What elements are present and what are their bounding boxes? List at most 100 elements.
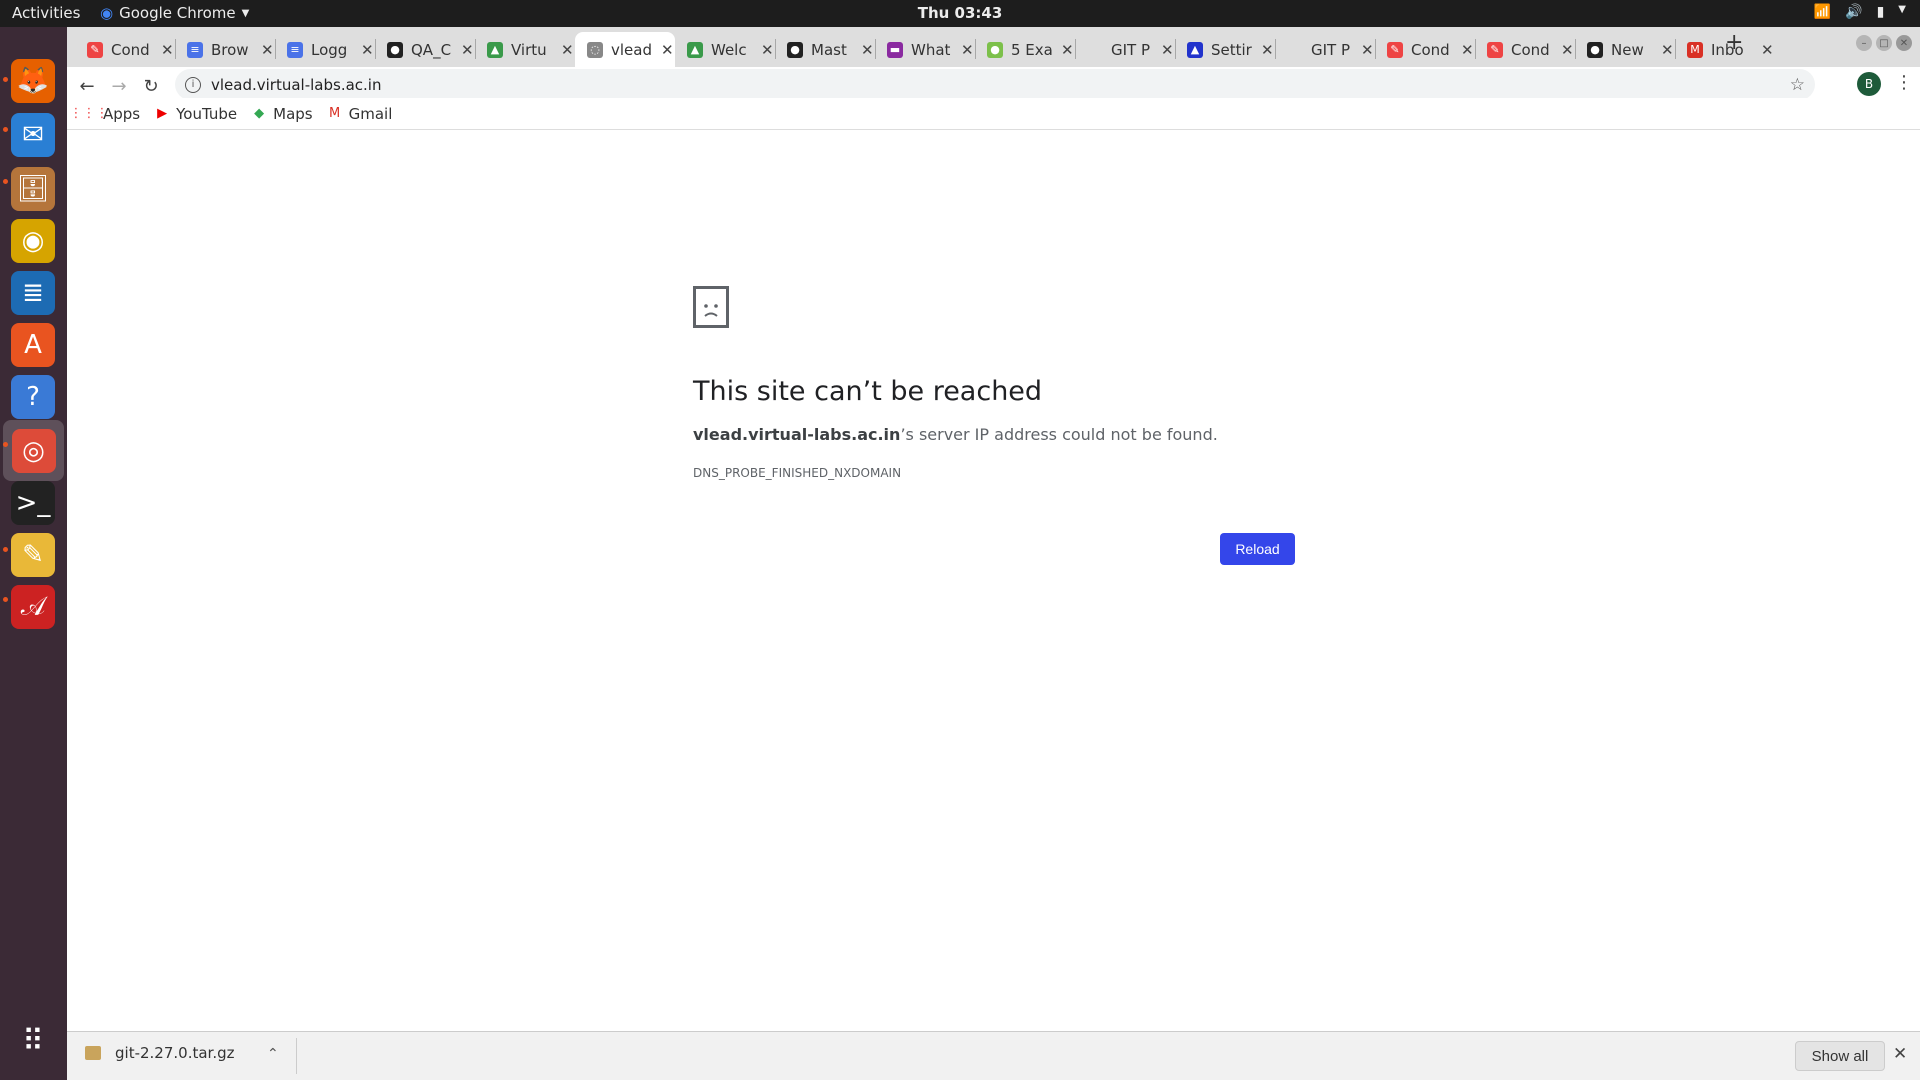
tab[interactable]: ≡ Brow ✕ [175, 32, 275, 67]
close-window-button[interactable]: ✕ [1896, 35, 1912, 51]
tab-separator [275, 39, 276, 59]
files-icon[interactable]: 🗄 [9, 165, 57, 213]
tab[interactable]: ≡ Logg ✕ [275, 32, 375, 67]
bookmarks-bar: ⋮⋮⋮ Apps ▶ YouTube ◆ Maps M Gmail [67, 98, 1920, 130]
tab-title: Settir [1211, 40, 1252, 59]
profile-avatar[interactable]: B [1857, 72, 1881, 96]
tab-title: Welc [711, 40, 747, 59]
tab-close-icon[interactable]: ✕ [1161, 41, 1174, 59]
help-icon[interactable]: ? [9, 373, 57, 421]
firefox-icon[interactable]: 🦊 [9, 57, 57, 105]
error-title: This site can’t be reached [693, 376, 1043, 407]
tab-close-icon[interactable]: ✕ [1361, 41, 1374, 59]
reload-button[interactable]: Reload [1220, 533, 1295, 565]
url-text[interactable]: vlead.virtual-labs.ac.in [211, 76, 381, 94]
tab[interactable]: ● Mast ✕ [775, 32, 875, 67]
bookmark-star-icon[interactable]: ☆ [1790, 75, 1805, 95]
tab-title: Cond [1511, 40, 1550, 59]
tab-close-icon[interactable]: ✕ [1661, 41, 1674, 59]
tab[interactable]: ✎ Cond ✕ [1375, 32, 1475, 67]
tab-close-icon[interactable]: ✕ [1061, 41, 1074, 59]
text-editor-icon-glyph: ✎ [11, 533, 55, 577]
tab-close-icon[interactable]: ✕ [661, 41, 674, 59]
tab-title: Virtu [511, 40, 547, 59]
new-tab-button[interactable]: + [1725, 30, 1743, 55]
tab[interactable]: ● New ✕ [1575, 32, 1675, 67]
tab-close-icon[interactable]: ✕ [1761, 41, 1774, 59]
tab-close-icon[interactable]: ✕ [861, 41, 874, 59]
tab-close-icon[interactable]: ✕ [1261, 41, 1274, 59]
dock: 🦊 ✉ 🗄 ◉ ≣ A? ◎ >_ ✎ 𝒜 ⠿ [0, 27, 67, 1080]
tab-favicon-icon: ✎ [87, 41, 103, 58]
tab-separator [775, 39, 776, 59]
tab-title: What [911, 40, 951, 59]
tab-title: 5 Exa [1011, 40, 1053, 59]
tab-strip: ✎ Cond ✕ ≡ Brow ✕ ≡ Logg ✕ ● QA_C ✕ ▲ Virtu ✕ ◌ vlead ✕ ▲ W… [67, 27, 1920, 67]
tab[interactable]: ● QA_C ✕ [375, 32, 475, 67]
chrome-icon[interactable]: ◎ [3, 420, 64, 481]
tab-close-icon[interactable]: ✕ [1561, 41, 1574, 59]
running-indicator [3, 597, 8, 602]
tab-favicon-icon: ● [1587, 41, 1603, 58]
tab-close-icon[interactable]: ✕ [361, 41, 374, 59]
back-button[interactable]: ← [73, 72, 101, 100]
thunderbird-icon-glyph: ✉ [11, 113, 55, 157]
software-icon[interactable]: A [9, 321, 57, 369]
tab-close-icon[interactable]: ✕ [561, 41, 574, 59]
tab-separator [1275, 39, 1276, 59]
tab-separator [875, 39, 876, 59]
running-indicator [3, 127, 8, 132]
tab-close-icon[interactable]: ✕ [461, 41, 474, 59]
tab-close-icon[interactable]: ✕ [761, 41, 774, 59]
tab-close-icon[interactable]: ✕ [261, 41, 274, 59]
tab[interactable]: ▲ Settir ✕ [1175, 32, 1275, 67]
tab-title: Logg [311, 40, 348, 59]
chrome-menu-icon[interactable]: ⋮ [1895, 72, 1913, 93]
rhythmbox-icon-glyph: ◉ [11, 219, 55, 263]
tab-close-icon[interactable]: ✕ [1461, 41, 1474, 59]
rhythmbox-icon[interactable]: ◉ [9, 217, 57, 265]
tab[interactable]: ▲ Virtu ✕ [475, 32, 575, 67]
tab[interactable]: ▬ What ✕ [875, 32, 975, 67]
tab-favicon-icon: ● [387, 41, 403, 58]
bookmark-youtube[interactable]: ▶ YouTube [154, 105, 237, 123]
forward-button[interactable]: → [105, 72, 133, 100]
chevron-up-icon[interactable]: ⌃ [267, 1046, 279, 1062]
close-icon[interactable]: ✕ [1893, 1044, 1907, 1064]
minimize-button[interactable]: – [1856, 35, 1872, 51]
thunderbird-icon[interactable]: ✉ [9, 111, 57, 159]
bookmark-apps[interactable]: ⋮⋮⋮ Apps [70, 105, 141, 123]
maps-icon: ◆ [254, 106, 265, 121]
pdf-icon-glyph: 𝒜 [11, 585, 55, 629]
tab[interactable]: GIT P ✕ [1275, 32, 1375, 67]
tab-close-icon[interactable]: ✕ [161, 41, 174, 59]
tab[interactable]: ✎ Cond ✕ [1475, 32, 1575, 67]
tab-favicon-icon: ● [987, 41, 1003, 58]
reload-icon[interactable]: ↻ [137, 72, 165, 100]
clock[interactable]: Thu 03:43 [0, 4, 1920, 22]
text-editor-icon[interactable]: ✎ [9, 531, 57, 579]
pdf-icon[interactable]: 𝒜 [9, 583, 57, 631]
download-item[interactable]: git-2.27.0.tar.gz [85, 1044, 235, 1062]
maximize-button[interactable]: □ [1876, 35, 1892, 51]
tab[interactable]: ✎ Cond ✕ [75, 32, 175, 67]
terminal-icon[interactable]: >_ [9, 479, 57, 527]
system-tray[interactable]: 📶 🔊 ▮ ▼ [1814, 4, 1906, 20]
address-bar[interactable]: i vlead.virtual-labs.ac.in ☆ [175, 69, 1815, 100]
info-icon[interactable]: i [185, 76, 201, 93]
chevron-down-icon: ▼ [1898, 4, 1906, 15]
error-message: vlead.virtual-labs.ac.in’s server IP add… [693, 425, 1293, 444]
tab-close-icon[interactable]: ✕ [961, 41, 974, 59]
tab-separator [375, 39, 376, 59]
tab-favicon-icon [1087, 41, 1103, 58]
writer-icon[interactable]: ≣ [9, 269, 57, 317]
show-all-button[interactable]: Show all [1795, 1041, 1885, 1071]
tab-favicon-icon: ≡ [287, 41, 303, 58]
show-apps-icon[interactable]: ⠿ [9, 1017, 57, 1065]
tab[interactable]: ● 5 Exa ✕ [975, 32, 1075, 67]
bookmark-maps[interactable]: ◆ Maps [251, 105, 312, 123]
tab[interactable]: ▲ Welc ✕ [675, 32, 775, 67]
tab[interactable]: GIT P ✕ [1075, 32, 1175, 67]
tab[interactable]: ◌ vlead ✕ [575, 32, 675, 67]
bookmark-gmail[interactable]: M Gmail [327, 105, 392, 123]
